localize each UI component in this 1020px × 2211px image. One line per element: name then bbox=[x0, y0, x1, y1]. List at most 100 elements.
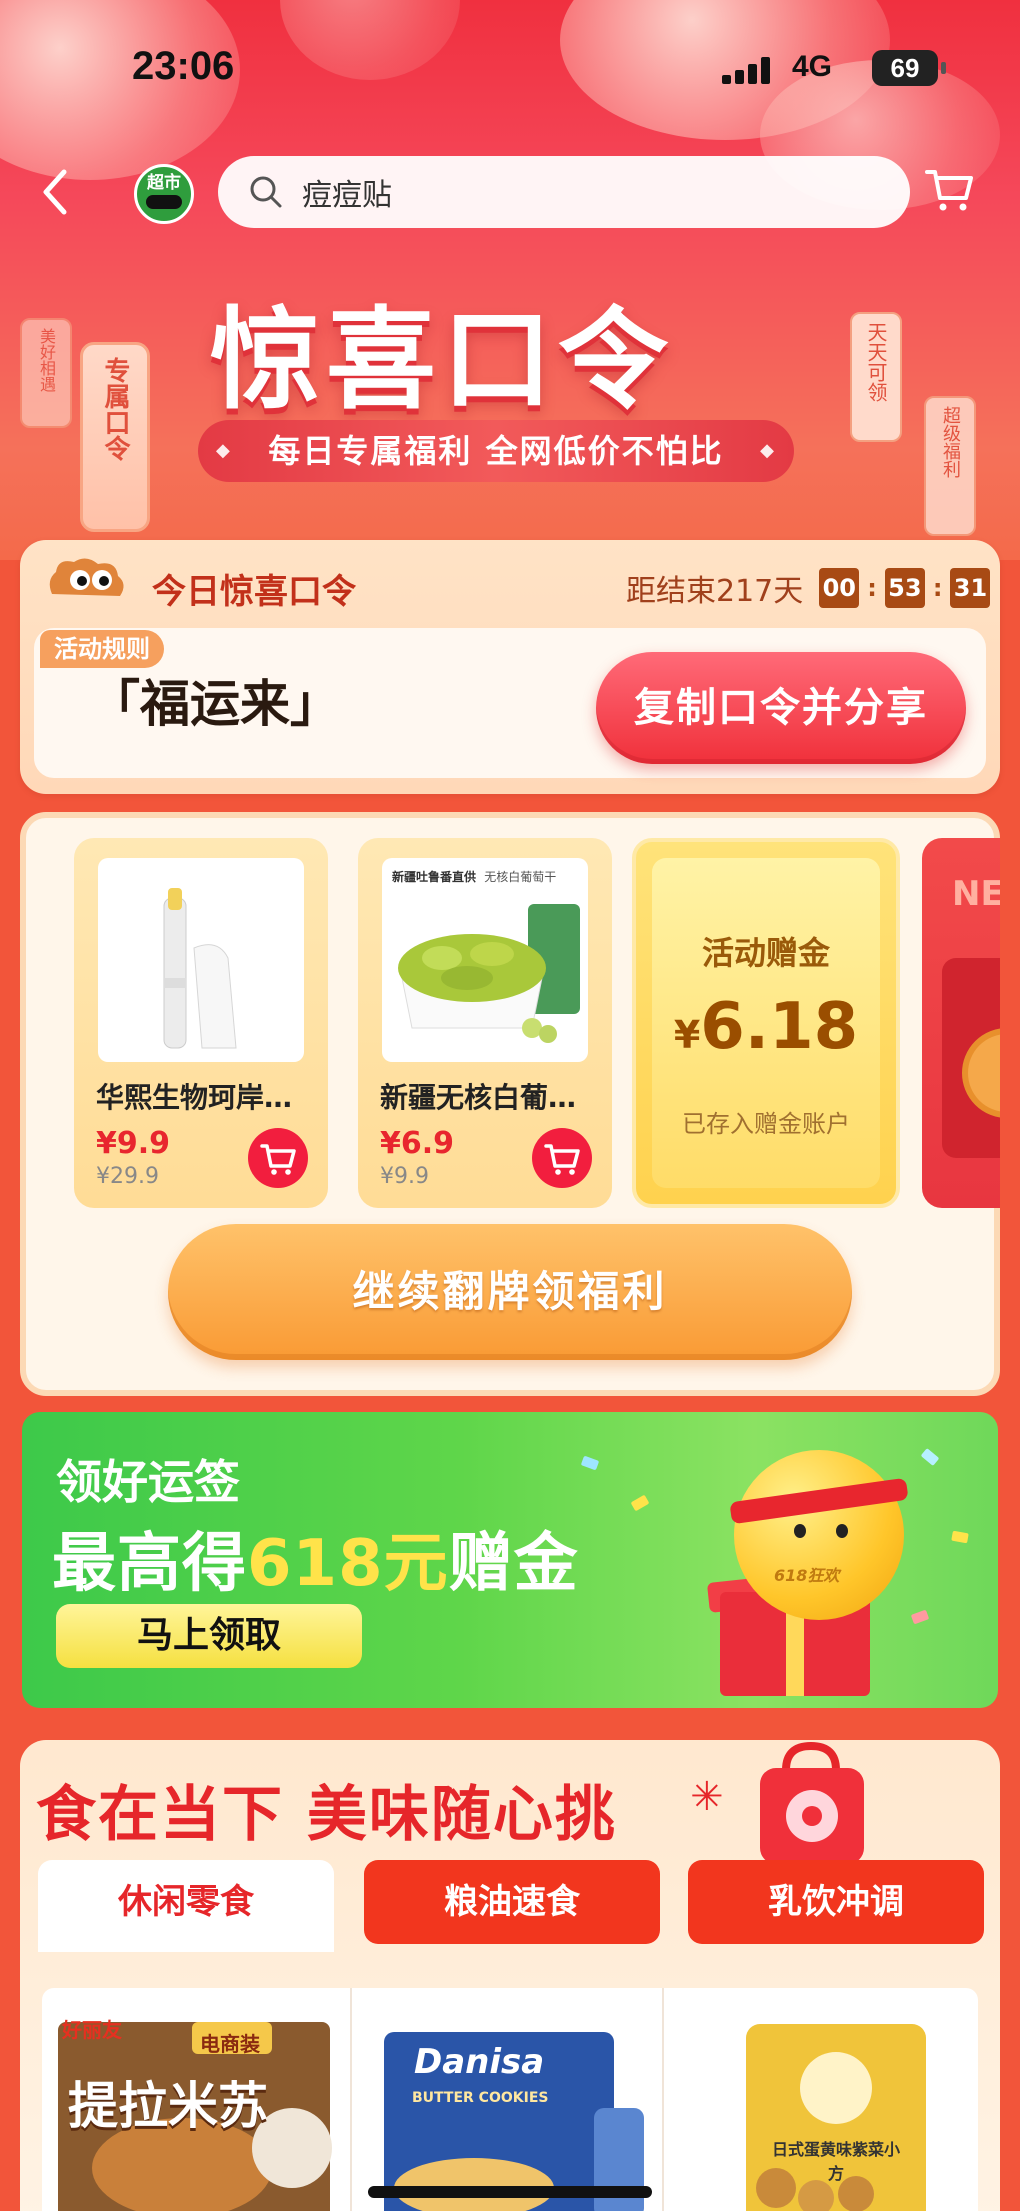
patch-product-illustration bbox=[163, 888, 237, 1049]
password-card-title: 今日惊喜口令 bbox=[152, 572, 356, 612]
mascot-headband bbox=[729, 1477, 909, 1525]
banner-line1: 领好运签 bbox=[56, 1455, 240, 1509]
shopping-bag-icon bbox=[760, 1741, 864, 1864]
hero-left-tag-text: 专属口令 bbox=[100, 357, 130, 461]
food-item-brand: Danisa bbox=[414, 2042, 545, 2082]
product-rail[interactable]: 华熙生物珂岸… ¥9.9 ¥29.9 新疆吐鲁番直供 无核白葡萄干 新疆无核白葡… bbox=[40, 838, 1000, 1218]
countdown-seconds: 31 bbox=[950, 568, 991, 608]
product-original-price: ¥9.9 bbox=[380, 1164, 429, 1189]
food-item-tag: 电商装 bbox=[200, 2032, 260, 2056]
countdown-sep: : bbox=[867, 574, 877, 602]
hero-left-tag: 专属口令 bbox=[80, 342, 150, 532]
product-price: ¥6.9 bbox=[380, 1126, 455, 1161]
next-card-text: NE bbox=[952, 874, 1000, 914]
confetti-decoration bbox=[630, 1494, 650, 1512]
search-placeholder: 痘痘贴 bbox=[302, 178, 392, 213]
food-item-name: 提拉米苏 bbox=[68, 2077, 268, 2135]
food-item[interactable]: 日式蛋黄味紫菜小方 bbox=[666, 1988, 976, 2211]
gift-bonus-label: 活动赠金 bbox=[701, 934, 830, 972]
hero-right-tag-2-text: 超级福利 bbox=[940, 406, 961, 478]
chevron-left-icon bbox=[43, 169, 67, 215]
food-item[interactable]: 好丽友 电商装 提拉米苏 bbox=[42, 1988, 352, 2211]
mascot-ball-icon: 618狂欢 bbox=[729, 1450, 909, 1620]
hero-left-tag-small: 美好相遇 bbox=[20, 318, 72, 428]
signal-icon bbox=[722, 56, 772, 84]
countdown-hours: 00 bbox=[819, 568, 860, 608]
hero-right-tag: 天天可领 bbox=[850, 312, 902, 442]
product-card[interactable]: 新疆吐鲁番直供 无核白葡萄干 新疆无核白葡… ¥6.9 ¥9.9 bbox=[358, 838, 612, 1208]
rules-button[interactable]: 活动规则 bbox=[40, 630, 164, 668]
product-image bbox=[98, 858, 304, 1062]
countdown-sep: : bbox=[932, 574, 943, 602]
raisin-product-illustration bbox=[398, 904, 580, 1043]
gift-bonus-note: 已存入赠金账户 bbox=[682, 1110, 850, 1138]
confetti-decoration bbox=[910, 1609, 930, 1625]
food-item-brand: 好丽友 bbox=[62, 2018, 122, 2042]
network-type: 4G bbox=[792, 50, 833, 83]
countdown: 距结束217天 00 : 53 : 31 bbox=[626, 566, 991, 610]
lucky-draw-banner[interactable]: 领好运签 最高得618元赠金 马上领取 618狂欢 bbox=[22, 1412, 998, 1708]
continue-flip-button[interactable]: 继续翻牌领福利 bbox=[168, 1224, 852, 1360]
countdown-label: 距结束217天 bbox=[626, 574, 804, 609]
tab-dairy-drinks[interactable]: 乳饮冲调 bbox=[688, 1860, 984, 1944]
food-product-grid: 好丽友 电商装 提拉米苏 Danisa BUTTER COOKIES 日式蛋黄味… bbox=[42, 1988, 978, 2211]
next-flip-card[interactable]: NE bbox=[922, 838, 1000, 1208]
product-name: 新疆无核白葡… bbox=[380, 1081, 577, 1114]
gift-currency: ¥ bbox=[673, 1013, 701, 1057]
confetti-decoration bbox=[580, 1455, 600, 1471]
food-section-title: 食在当下 美味随心挑 bbox=[36, 1780, 617, 1850]
product-image: 新疆吐鲁番直供 无核白葡萄干 bbox=[382, 858, 588, 1062]
banner-line2-suffix: 赠金 bbox=[448, 1527, 579, 1601]
tab-snacks[interactable]: 休闲零食 bbox=[38, 1860, 334, 1952]
confetti-decoration bbox=[920, 1448, 940, 1466]
cart-icon bbox=[260, 1144, 296, 1175]
product-name: 华熙生物珂岸… bbox=[96, 1081, 293, 1114]
food-item-name: 日式蛋黄味紫菜小方 bbox=[771, 2140, 900, 2183]
countdown-minutes: 53 bbox=[884, 568, 925, 608]
status-bar: 23:06 4G 69 bbox=[0, 0, 1020, 140]
hero-subtitle: 每日专属福利 全网低价不怕比 bbox=[198, 420, 794, 482]
cart-icon bbox=[544, 1144, 580, 1175]
hero-title: 惊喜口令 bbox=[210, 296, 674, 424]
add-to-cart-button[interactable] bbox=[248, 1128, 308, 1188]
gift-bonus-amount: ¥6.18 bbox=[652, 990, 880, 1064]
hero-right-tag-text: 天天可领 bbox=[864, 322, 888, 402]
food-item[interactable]: Danisa BUTTER COOKIES bbox=[354, 1988, 664, 2211]
product-image-caption-2: 无核白葡萄干 bbox=[484, 870, 557, 884]
add-to-cart-button[interactable] bbox=[532, 1128, 592, 1188]
product-original-price: ¥29.9 bbox=[96, 1164, 159, 1189]
home-indicator bbox=[368, 2186, 652, 2198]
status-time: 23:06 bbox=[132, 44, 235, 88]
sparkle-icon: ✳ bbox=[690, 1774, 724, 1820]
back-button[interactable] bbox=[34, 166, 78, 218]
tab-grain-oil[interactable]: 粮油速食 bbox=[364, 1860, 660, 1944]
product-image-caption: 新疆吐鲁番直供 无核白葡萄干 bbox=[392, 868, 556, 885]
cart-icon bbox=[925, 170, 973, 211]
copy-share-button[interactable]: 复制口令并分享 bbox=[596, 652, 966, 764]
confetti-decoration bbox=[951, 1530, 969, 1544]
password-card: 今日惊喜口令 距结束217天 00 : 53 : 31 活动规则 「福运来」 复… bbox=[20, 540, 1000, 794]
mascot-ball-label: 618狂欢 bbox=[774, 1566, 840, 1585]
food-item-sub: BUTTER COOKIES bbox=[412, 2090, 549, 2106]
battery-icon: 69 bbox=[872, 50, 946, 86]
product-price: ¥9.9 bbox=[96, 1126, 171, 1161]
gift-bonus-inner: 活动赠金 ¥6.18 已存入赠金账户 bbox=[652, 858, 880, 1188]
gift-amount-value: 6.18 bbox=[700, 990, 859, 1064]
cart-button[interactable] bbox=[924, 166, 976, 214]
password-code: 「福运来」 bbox=[90, 675, 340, 733]
banner-line2: 最高得618元赠金 bbox=[52, 1512, 579, 1604]
product-image-caption-1: 新疆吐鲁番直供 bbox=[392, 870, 477, 884]
supermarket-logo[interactable]: 超市 bbox=[134, 164, 194, 224]
cat-eyes-icon bbox=[146, 195, 182, 209]
claim-now-button[interactable]: 马上领取 bbox=[56, 1604, 362, 1668]
hero-left-tag-small-text: 美好相遇 bbox=[37, 328, 56, 392]
gift-bonus-card: 活动赠金 ¥6.18 已存入赠金账户 bbox=[632, 838, 900, 1208]
logo-label: 超市 bbox=[147, 173, 181, 193]
banner-line2-highlight: 618元 bbox=[247, 1527, 449, 1601]
search-icon bbox=[250, 176, 282, 208]
food-category-tabs: 休闲零食 粮油速食 乳饮冲调 bbox=[38, 1860, 984, 1952]
mascot-eyes-icon bbox=[49, 558, 124, 596]
product-card[interactable]: 华熙生物珂岸… ¥9.9 ¥29.9 bbox=[74, 838, 328, 1208]
banner-line2-prefix: 最高得 bbox=[52, 1527, 247, 1601]
search-input[interactable]: 痘痘贴 bbox=[218, 156, 910, 228]
